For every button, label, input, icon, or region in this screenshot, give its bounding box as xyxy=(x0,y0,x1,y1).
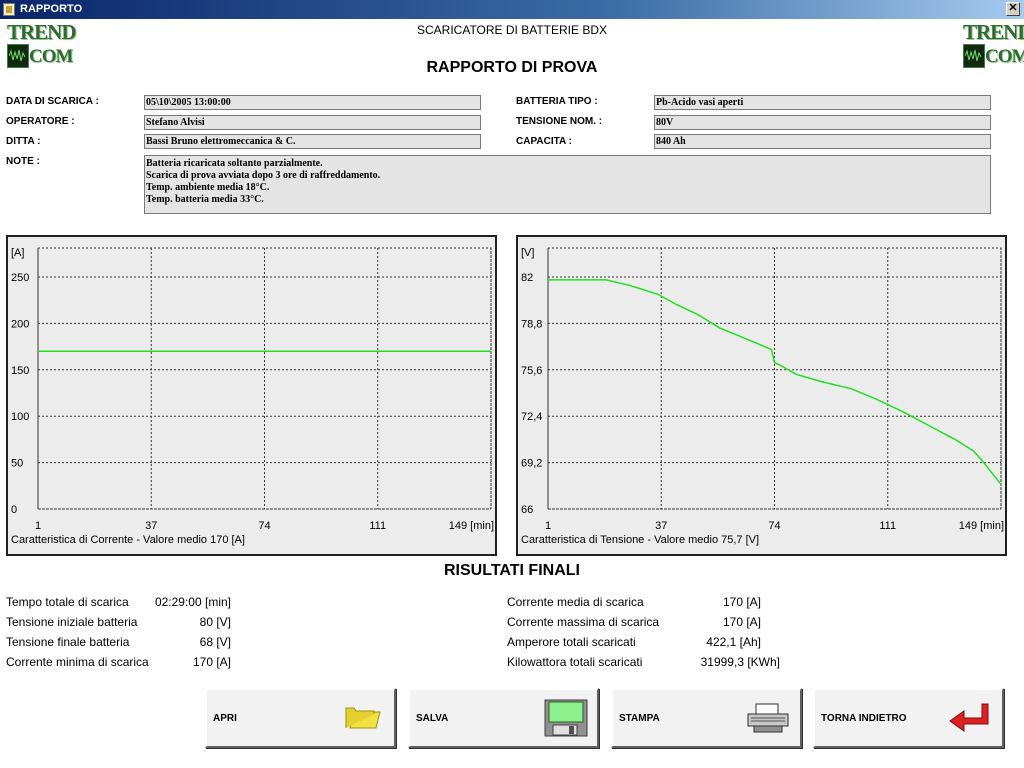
apri-button[interactable]: APRI xyxy=(205,688,396,748)
chart-caption: Caratteristica di Corrente - Valore medi… xyxy=(11,534,245,546)
tensione-nom-field[interactable]: 80V xyxy=(654,115,991,130)
printer-icon xyxy=(747,703,789,733)
result-label: Amperore totali scaricati xyxy=(507,635,636,649)
result-value: 31999,3 [KWh] xyxy=(700,655,780,669)
y-tick-label: 50 xyxy=(11,458,23,470)
tensione-nom-label: TENSIONE NOM. : xyxy=(516,116,603,127)
ditta-label: DITTA : xyxy=(6,136,41,147)
note-label: NOTE : xyxy=(6,156,40,167)
batteria-tipo-label: BATTERIA TIPO : xyxy=(516,96,598,107)
note-line: Temp. ambiente media 18°C. xyxy=(146,182,270,193)
window-title: RAPPORTO xyxy=(20,3,83,15)
x-tick-label: 149 [min] xyxy=(959,520,1004,532)
salva-button-label: SALVA xyxy=(416,713,449,724)
result-value: 68 [V] xyxy=(199,635,231,649)
data-scarica-label: DATA DI SCARICA : xyxy=(6,96,99,107)
y-axis-label: [A] xyxy=(11,247,24,259)
result-value: 170 [A] xyxy=(722,615,761,629)
stampa-button[interactable]: STAMPA xyxy=(611,688,802,748)
stampa-button-label: STAMPA xyxy=(619,713,660,724)
x-tick-label: 111 xyxy=(879,520,896,532)
chart-svg: [A] 0 50 100 150 200 250 1 37 74 111 149 [min] Carat… xyxy=(11,247,494,546)
result-label: Corrente media di scarica xyxy=(507,595,644,609)
note-line: Scarica di prova avviata dopo 3 ore di r… xyxy=(146,170,381,181)
title-bar: RAPPORTO ✕ xyxy=(0,0,1024,19)
y-tick-label: 66 xyxy=(521,504,533,516)
result-value: 02:29:00 [min] xyxy=(154,595,231,609)
operatore-label: OPERATORE : xyxy=(6,116,75,127)
ditta-field[interactable]: Bassi Bruno elettromeccanica & C. xyxy=(144,134,481,149)
report-title: RAPPORTO DI PROVA xyxy=(426,59,598,76)
result-value: 170 [A] xyxy=(192,655,231,669)
x-tick-label: 37 xyxy=(655,520,667,532)
torna-indietro-button-label: TORNA INDIETRO xyxy=(821,713,907,724)
result-value: 170 [A] xyxy=(722,595,761,609)
current-chart: [A] 0 50 100 150 200 250 1 37 74 111 149 [min] Carat… xyxy=(6,235,497,556)
y-tick-label: 0 xyxy=(11,504,17,516)
y-tick-label: 78,8 xyxy=(521,318,542,330)
result-label: Tempo totale di scarica xyxy=(6,595,129,609)
batteria-tipo-field[interactable]: Pb-Acido vasi aperti xyxy=(654,95,991,110)
results-title: RISULTATI FINALI xyxy=(444,562,580,579)
result-value: 80 [V] xyxy=(199,615,231,629)
return-arrow-icon xyxy=(949,703,989,732)
y-axis-label: [V] xyxy=(521,247,534,259)
y-tick-label: 69,2 xyxy=(521,458,542,470)
y-tick-label: 100 xyxy=(11,411,29,423)
salva-button[interactable]: SALVA xyxy=(408,688,599,748)
app-title: SCARICATORE DI BATTERIE BDX xyxy=(416,23,608,37)
operatore-field[interactable]: Stefano Alvisi xyxy=(144,115,481,130)
result-label: Kilowattora totali scaricati xyxy=(507,655,643,669)
result-label: Corrente minima di scarica xyxy=(6,655,149,669)
result-label: Tensione iniziale batteria xyxy=(6,615,138,629)
chart-caption: Caratteristica di Tensione - Valore medi… xyxy=(521,534,759,546)
folder-icon xyxy=(345,707,381,729)
y-tick-label: 75,6 xyxy=(521,365,542,377)
chart-svg: [V] 66 69,2 72,4 75,6 78,8 82 1 37 74 111 149 [min]… xyxy=(521,247,1004,546)
note-line: Temp. batteria media 33°C. xyxy=(146,194,264,205)
y-tick-label: 150 xyxy=(11,365,29,377)
y-tick-label: 200 xyxy=(11,318,29,330)
y-tick-label: 72,4 xyxy=(521,411,542,423)
capacita-field[interactable]: 840 Ah xyxy=(654,134,991,149)
floppy-disk-icon xyxy=(544,699,588,737)
torna-indietro-button[interactable]: TORNA INDIETRO xyxy=(813,688,1004,748)
notes-field[interactable]: Batteria ricaricata soltanto parzialment… xyxy=(144,155,991,214)
note-line: Batteria ricaricata soltanto parzialment… xyxy=(146,158,323,169)
data-scarica-field[interactable]: 05\10\2005 13:00:00 xyxy=(144,95,481,110)
app-icon xyxy=(3,3,15,16)
voltage-chart: [V] 66 69,2 72,4 75,6 78,8 82 1 37 74 111 149 [min]… xyxy=(516,235,1007,556)
result-label: Tensione finale batteria xyxy=(6,635,130,649)
x-tick-label: 1 xyxy=(35,520,41,532)
x-tick-label: 74 xyxy=(768,520,780,532)
x-tick-label: 149 [min] xyxy=(449,520,494,532)
y-tick-label: 250 xyxy=(11,272,29,284)
x-tick-label: 1 xyxy=(545,520,551,532)
x-tick-label: 111 xyxy=(369,520,386,532)
result-value: 422,1 [Ah] xyxy=(706,635,761,649)
y-tick-label: 82 xyxy=(521,272,533,284)
apri-button-label: APRI xyxy=(213,713,237,724)
result-label: Corrente massima di scarica xyxy=(507,615,660,629)
x-tick-label: 74 xyxy=(258,520,270,532)
x-tick-label: 37 xyxy=(145,520,157,532)
close-button[interactable]: ✕ xyxy=(1006,2,1020,16)
capacita-label: CAPACITA : xyxy=(516,136,572,147)
